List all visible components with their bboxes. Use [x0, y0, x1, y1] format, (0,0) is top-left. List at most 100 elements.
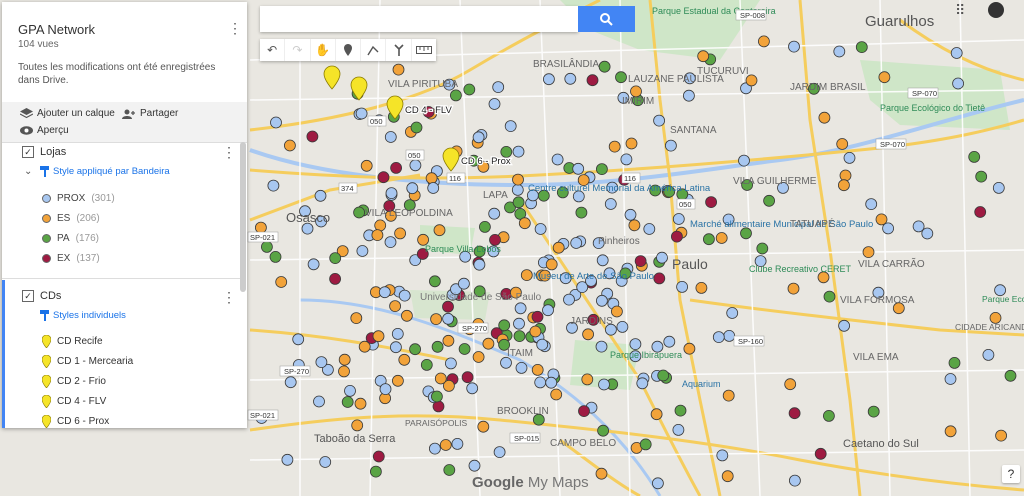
store-marker[interactable] — [472, 351, 485, 363]
store-marker[interactable] — [514, 302, 527, 315]
draw-line-icon[interactable] — [361, 39, 387, 61]
store-marker[interactable] — [604, 198, 617, 210]
store-marker[interactable] — [653, 114, 665, 127]
store-marker[interactable] — [620, 153, 633, 166]
store-marker[interactable] — [338, 353, 351, 366]
panel-scrollbar[interactable] — [240, 142, 246, 292]
store-marker[interactable] — [950, 47, 963, 59]
store-marker[interactable] — [529, 325, 542, 338]
store-marker[interactable] — [712, 331, 725, 344]
store-marker[interactable] — [823, 290, 836, 303]
store-marker[interactable] — [575, 206, 588, 219]
directions-icon[interactable] — [386, 39, 412, 61]
store-marker[interactable] — [283, 139, 296, 152]
store-marker[interactable] — [409, 343, 422, 356]
store-marker[interactable] — [551, 153, 564, 166]
store-marker[interactable] — [921, 227, 934, 240]
store-marker[interactable] — [578, 405, 590, 418]
store-marker[interactable] — [823, 409, 835, 422]
store-marker[interactable] — [378, 286, 391, 299]
store-marker[interactable] — [520, 269, 533, 282]
store-marker[interactable] — [982, 348, 995, 361]
add-layer-button[interactable]: Ajouter un calque — [20, 108, 115, 119]
store-marker[interactable] — [643, 223, 656, 235]
store-marker[interactable] — [329, 272, 342, 285]
store-marker[interactable] — [374, 219, 387, 232]
store-marker[interactable] — [634, 255, 647, 268]
store-marker[interactable] — [449, 89, 462, 102]
store-marker[interactable] — [542, 304, 554, 317]
store-marker[interactable] — [992, 181, 1005, 194]
store-marker[interactable] — [716, 449, 729, 462]
legend-item-es[interactable]: ES (206) — [42, 213, 100, 224]
store-marker[interactable] — [598, 60, 611, 73]
store-marker[interactable] — [504, 120, 517, 132]
store-marker[interactable] — [843, 151, 856, 164]
store-marker[interactable] — [882, 222, 894, 235]
share-button[interactable]: Partager — [122, 108, 178, 119]
store-marker[interactable] — [410, 121, 423, 134]
store-marker[interactable] — [695, 281, 708, 294]
store-marker[interactable] — [468, 459, 481, 472]
store-marker[interactable] — [867, 405, 880, 418]
store-marker[interactable] — [625, 137, 638, 150]
store-marker[interactable] — [545, 376, 558, 389]
store-marker[interactable] — [855, 41, 868, 53]
store-marker[interactable] — [586, 74, 599, 87]
layer-style-link[interactable]: Styles individuels — [40, 310, 126, 321]
store-marker[interactable] — [818, 111, 831, 124]
store-marker[interactable] — [628, 219, 641, 232]
store-marker[interactable] — [597, 424, 609, 437]
store-marker[interactable] — [570, 237, 583, 249]
layer-options-icon[interactable]: ⋮ — [222, 144, 236, 160]
store-marker[interactable] — [738, 154, 750, 167]
store-marker[interactable] — [492, 81, 505, 93]
store-marker[interactable] — [400, 309, 413, 322]
more-options-icon[interactable]: ⋮ — [228, 20, 242, 36]
store-marker[interactable] — [473, 258, 486, 271]
undo-icon[interactable]: ↶ — [260, 39, 286, 61]
store-marker[interactable] — [598, 378, 610, 391]
store-marker[interactable] — [511, 183, 524, 196]
store-marker[interactable] — [477, 420, 490, 433]
store-marker[interactable] — [758, 35, 770, 48]
store-marker[interactable] — [512, 196, 525, 209]
store-marker[interactable] — [430, 390, 443, 403]
store-marker[interactable] — [595, 340, 608, 353]
legend-item-pa[interactable]: PA (176) — [42, 233, 99, 244]
store-marker[interactable] — [944, 425, 957, 438]
store-marker[interactable] — [788, 40, 800, 53]
store-marker[interactable] — [582, 328, 594, 341]
store-marker[interactable] — [653, 272, 666, 285]
store-marker[interactable] — [482, 337, 495, 350]
store-marker[interactable] — [657, 369, 670, 382]
cd-item[interactable]: CD Recife — [42, 335, 103, 348]
store-marker[interactable] — [406, 182, 419, 195]
store-marker[interactable] — [624, 208, 637, 221]
map-title[interactable]: GPA Network — [18, 22, 95, 37]
store-marker[interactable] — [671, 230, 683, 243]
store-marker[interactable] — [389, 341, 402, 354]
store-marker[interactable] — [952, 77, 964, 90]
store-marker[interactable] — [715, 232, 728, 244]
store-marker[interactable] — [394, 227, 407, 240]
store-marker[interactable] — [389, 300, 402, 313]
store-marker[interactable] — [572, 162, 585, 175]
store-marker[interactable] — [384, 131, 397, 143]
layer-checkbox[interactable]: ✓ — [22, 290, 34, 302]
store-marker[interactable] — [550, 388, 563, 401]
store-marker[interactable] — [379, 383, 392, 396]
store-marker[interactable] — [674, 404, 687, 417]
notification-icon[interactable] — [988, 2, 1004, 18]
store-marker[interactable] — [391, 374, 404, 387]
store-marker[interactable] — [512, 145, 525, 158]
store-marker[interactable] — [789, 474, 801, 487]
store-marker[interactable] — [968, 150, 981, 163]
store-marker[interactable] — [865, 198, 878, 211]
store-marker[interactable] — [676, 280, 688, 293]
store-marker[interactable] — [458, 343, 471, 355]
store-marker[interactable] — [372, 450, 385, 463]
store-marker[interactable] — [650, 408, 663, 421]
search-input[interactable] — [260, 6, 578, 32]
store-marker[interactable] — [639, 438, 652, 451]
